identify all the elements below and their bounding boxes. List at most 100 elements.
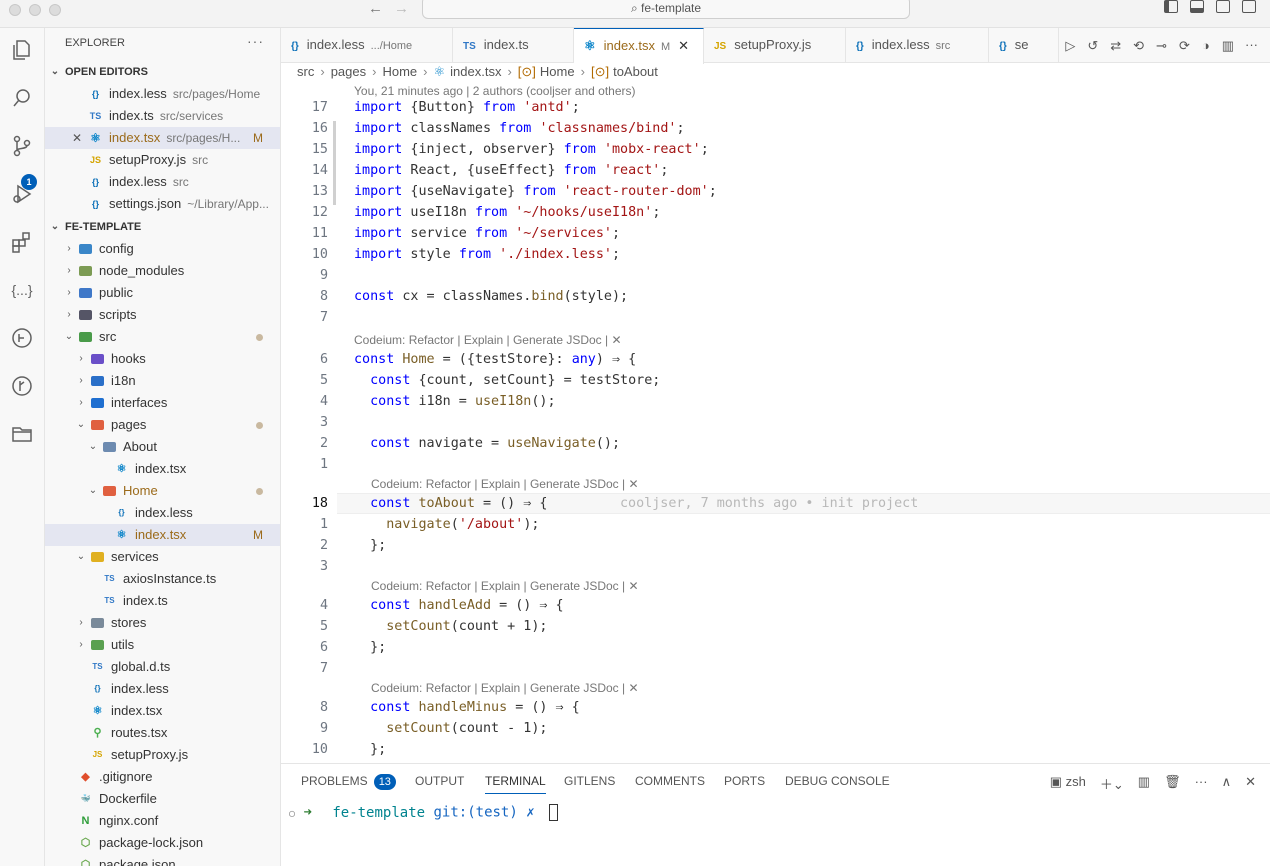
panel-tab-terminal[interactable]: TERMINAL (485, 774, 546, 794)
close-panel-icon[interactable]: ✕ (1245, 774, 1256, 793)
code-line[interactable]: const Home = ({testStore}: any) ⇒ { (354, 352, 636, 367)
open-editor-item[interactable]: {} settings.json ~/Library/App... (45, 193, 280, 215)
breadcrumb-item[interactable]: toAbout (613, 64, 658, 79)
json-tools-icon[interactable]: {...} (8, 276, 36, 304)
editor-tab[interactable]: {} index.less .../Home (281, 28, 453, 63)
project-header[interactable]: ⌄ FE-TEMPLATE (45, 216, 280, 238)
codeium-code-lens[interactable]: Codeium: Refactor | Explain | Generate J… (354, 333, 622, 347)
code-line[interactable]: setCount(count + 1); (354, 619, 547, 634)
code-line[interactable]: const handleMinus = () ⇒ { (354, 700, 580, 715)
code-line[interactable]: const {count, setCount} = testStore; (354, 373, 660, 388)
code-line[interactable]: import service from '~/services'; (354, 226, 620, 241)
editor-tab[interactable]: TS index.ts (453, 28, 574, 63)
breadcrumb-item[interactable]: Home (540, 64, 575, 79)
panel-more-icon[interactable]: ··· (1195, 774, 1208, 793)
code-line[interactable]: const navigate = useNavigate(); (354, 436, 620, 451)
tree-folder[interactable]: › node_modules (45, 260, 280, 282)
terminal-output[interactable]: ○ ➜ fe-template git:(test) ✗ (289, 804, 559, 821)
tree-file[interactable]: {} index.less (45, 502, 280, 524)
tree-folder[interactable]: ⌄ services (45, 546, 280, 568)
close-window-button[interactable] (9, 4, 21, 16)
codeium-code-lens[interactable]: Codeium: Refactor | Explain | Generate J… (371, 681, 639, 695)
customize-layout-icon[interactable] (1242, 0, 1256, 13)
panel-tab-ports[interactable]: PORTS (724, 774, 765, 788)
tree-file[interactable]: 🐳 Dockerfile (45, 788, 280, 810)
panel-tab-debug-console[interactable]: DEBUG CONSOLE (785, 774, 890, 788)
codeium-code-lens[interactable]: Codeium: Refactor | Explain | Generate J… (371, 477, 639, 491)
more-actions-icon[interactable]: ··· (1245, 37, 1258, 52)
code-line[interactable]: const cx = classNames.bind(style); (354, 289, 628, 304)
code-line[interactable]: import {Button} from 'antd'; (354, 100, 580, 115)
breadcrumb-item[interactable]: index.tsx (450, 64, 501, 79)
command-center-search[interactable]: ⌕ fe-template (422, 0, 910, 19)
compare-icon[interactable]: ⇄ (1110, 38, 1121, 54)
open-editors-header[interactable]: ⌄ OPEN EDITORS (45, 61, 280, 83)
tree-folder[interactable]: › public (45, 282, 280, 304)
explorer-more-icon[interactable]: ··· (247, 33, 264, 49)
breadcrumb-item[interactable]: src (297, 64, 314, 79)
split-terminal-icon[interactable]: ▥ (1138, 774, 1150, 793)
tree-folder[interactable]: ⌄ pages (45, 414, 280, 436)
toggle-panel-icon[interactable] (1190, 0, 1204, 13)
kill-terminal-icon[interactable]: 🗑 (1164, 774, 1181, 793)
open-editor-item[interactable]: TS index.ts src/services (45, 105, 280, 127)
editor-tab[interactable]: {} index.less src (846, 28, 989, 63)
open-editor-item[interactable]: ✕ ⚛ index.tsx src/pages/H... M (45, 127, 280, 149)
codeium-code-lens[interactable]: Codeium: Refactor | Explain | Generate J… (371, 579, 639, 593)
remote-explorer-icon[interactable] (8, 324, 36, 352)
code-line[interactable]: }; (354, 742, 386, 757)
code-line[interactable]: }; (354, 640, 386, 655)
tree-file[interactable]: ◆ .gitignore (45, 766, 280, 788)
tree-folder[interactable]: › utils (45, 634, 280, 656)
editor-tab[interactable]: ⚛ index.tsx M ✕ (574, 28, 704, 64)
source-control-icon[interactable] (8, 132, 36, 160)
toggle-secondary-sidebar-icon[interactable] (1216, 0, 1230, 13)
code-line[interactable]: navigate('/about'); (354, 517, 539, 532)
forward-arrow-icon[interactable]: → (394, 0, 409, 18)
code-line[interactable]: import classNames from 'classnames/bind'… (354, 121, 685, 136)
tree-file[interactable]: ⚛ index.tsx (45, 700, 280, 722)
commit-icon[interactable]: ⊸ (1156, 38, 1167, 54)
tree-folder[interactable]: › interfaces (45, 392, 280, 414)
tree-file[interactable]: ⚲ routes.tsx (45, 722, 280, 744)
open-editor-item[interactable]: {} index.less src (45, 171, 280, 193)
code-editor[interactable]: Codeium: Refactor | Explain | Generate J… (281, 100, 1270, 760)
open-editor-item[interactable]: {} index.less src/pages/Home (45, 83, 280, 105)
tree-folder[interactable]: › hooks (45, 348, 280, 370)
code-line[interactable]: import React, {useEffect} from 'react'; (354, 163, 668, 178)
open-editor-item[interactable]: JS setupProxy.js src (45, 149, 280, 171)
tree-file[interactable]: {} index.less (45, 678, 280, 700)
minimize-window-button[interactable] (29, 4, 41, 16)
tree-file[interactable]: Nnginx.conf (45, 810, 280, 832)
code-line[interactable]: const handleAdd = () ⇒ { (354, 598, 564, 613)
run-icon[interactable]: ▷ (1065, 38, 1075, 54)
close-icon[interactable]: ✕ (71, 127, 83, 149)
search-icon[interactable] (8, 84, 36, 112)
project-manager-icon[interactable] (8, 420, 36, 448)
tree-file[interactable]: JS setupProxy.js (45, 744, 280, 766)
maximize-panel-icon[interactable]: ∧ (1222, 774, 1232, 793)
tree-file[interactable]: ⚛ index.tsx (45, 458, 280, 480)
extensions-icon[interactable] (8, 228, 36, 256)
tree-file[interactable]: ⬡ package-lock.json (45, 832, 280, 854)
code-line[interactable]: const toAbout = () ⇒ { (354, 496, 547, 511)
tree-file[interactable]: TS index.ts (45, 590, 280, 612)
editor-tab[interactable]: JS setupProxy.js (704, 28, 846, 63)
tree-file[interactable]: ⚛ index.tsx M (45, 524, 280, 546)
panel-tab-comments[interactable]: COMMENTS (635, 774, 705, 788)
breadcrumb-item[interactable]: Home (382, 64, 417, 79)
breadcrumb-item[interactable]: pages (331, 64, 366, 79)
gitlens-inspect-icon[interactable]: ◑ (1202, 38, 1210, 53)
code-line[interactable]: import {inject, observer} from 'mobx-rea… (354, 142, 709, 157)
code-line[interactable]: import useI18n from '~/hooks/useI18n'; (354, 205, 660, 220)
tree-file[interactable]: TS axiosInstance.ts (45, 568, 280, 590)
run-debug-icon[interactable] (8, 180, 36, 208)
tree-file[interactable]: ⬡ package.json (45, 854, 280, 866)
timeline-icon[interactable]: ↺ (1087, 38, 1098, 54)
previous-change-icon[interactable]: ⟲ (1133, 38, 1144, 54)
panel-tab-gitlens[interactable]: GITLENS (564, 774, 615, 788)
explorer-files-icon[interactable] (8, 36, 36, 64)
new-terminal-icon[interactable]: ＋⌄ (1100, 774, 1124, 793)
tree-folder[interactable]: › i18n (45, 370, 280, 392)
code-line[interactable]: import {useNavigate} from 'react-router-… (354, 184, 717, 199)
